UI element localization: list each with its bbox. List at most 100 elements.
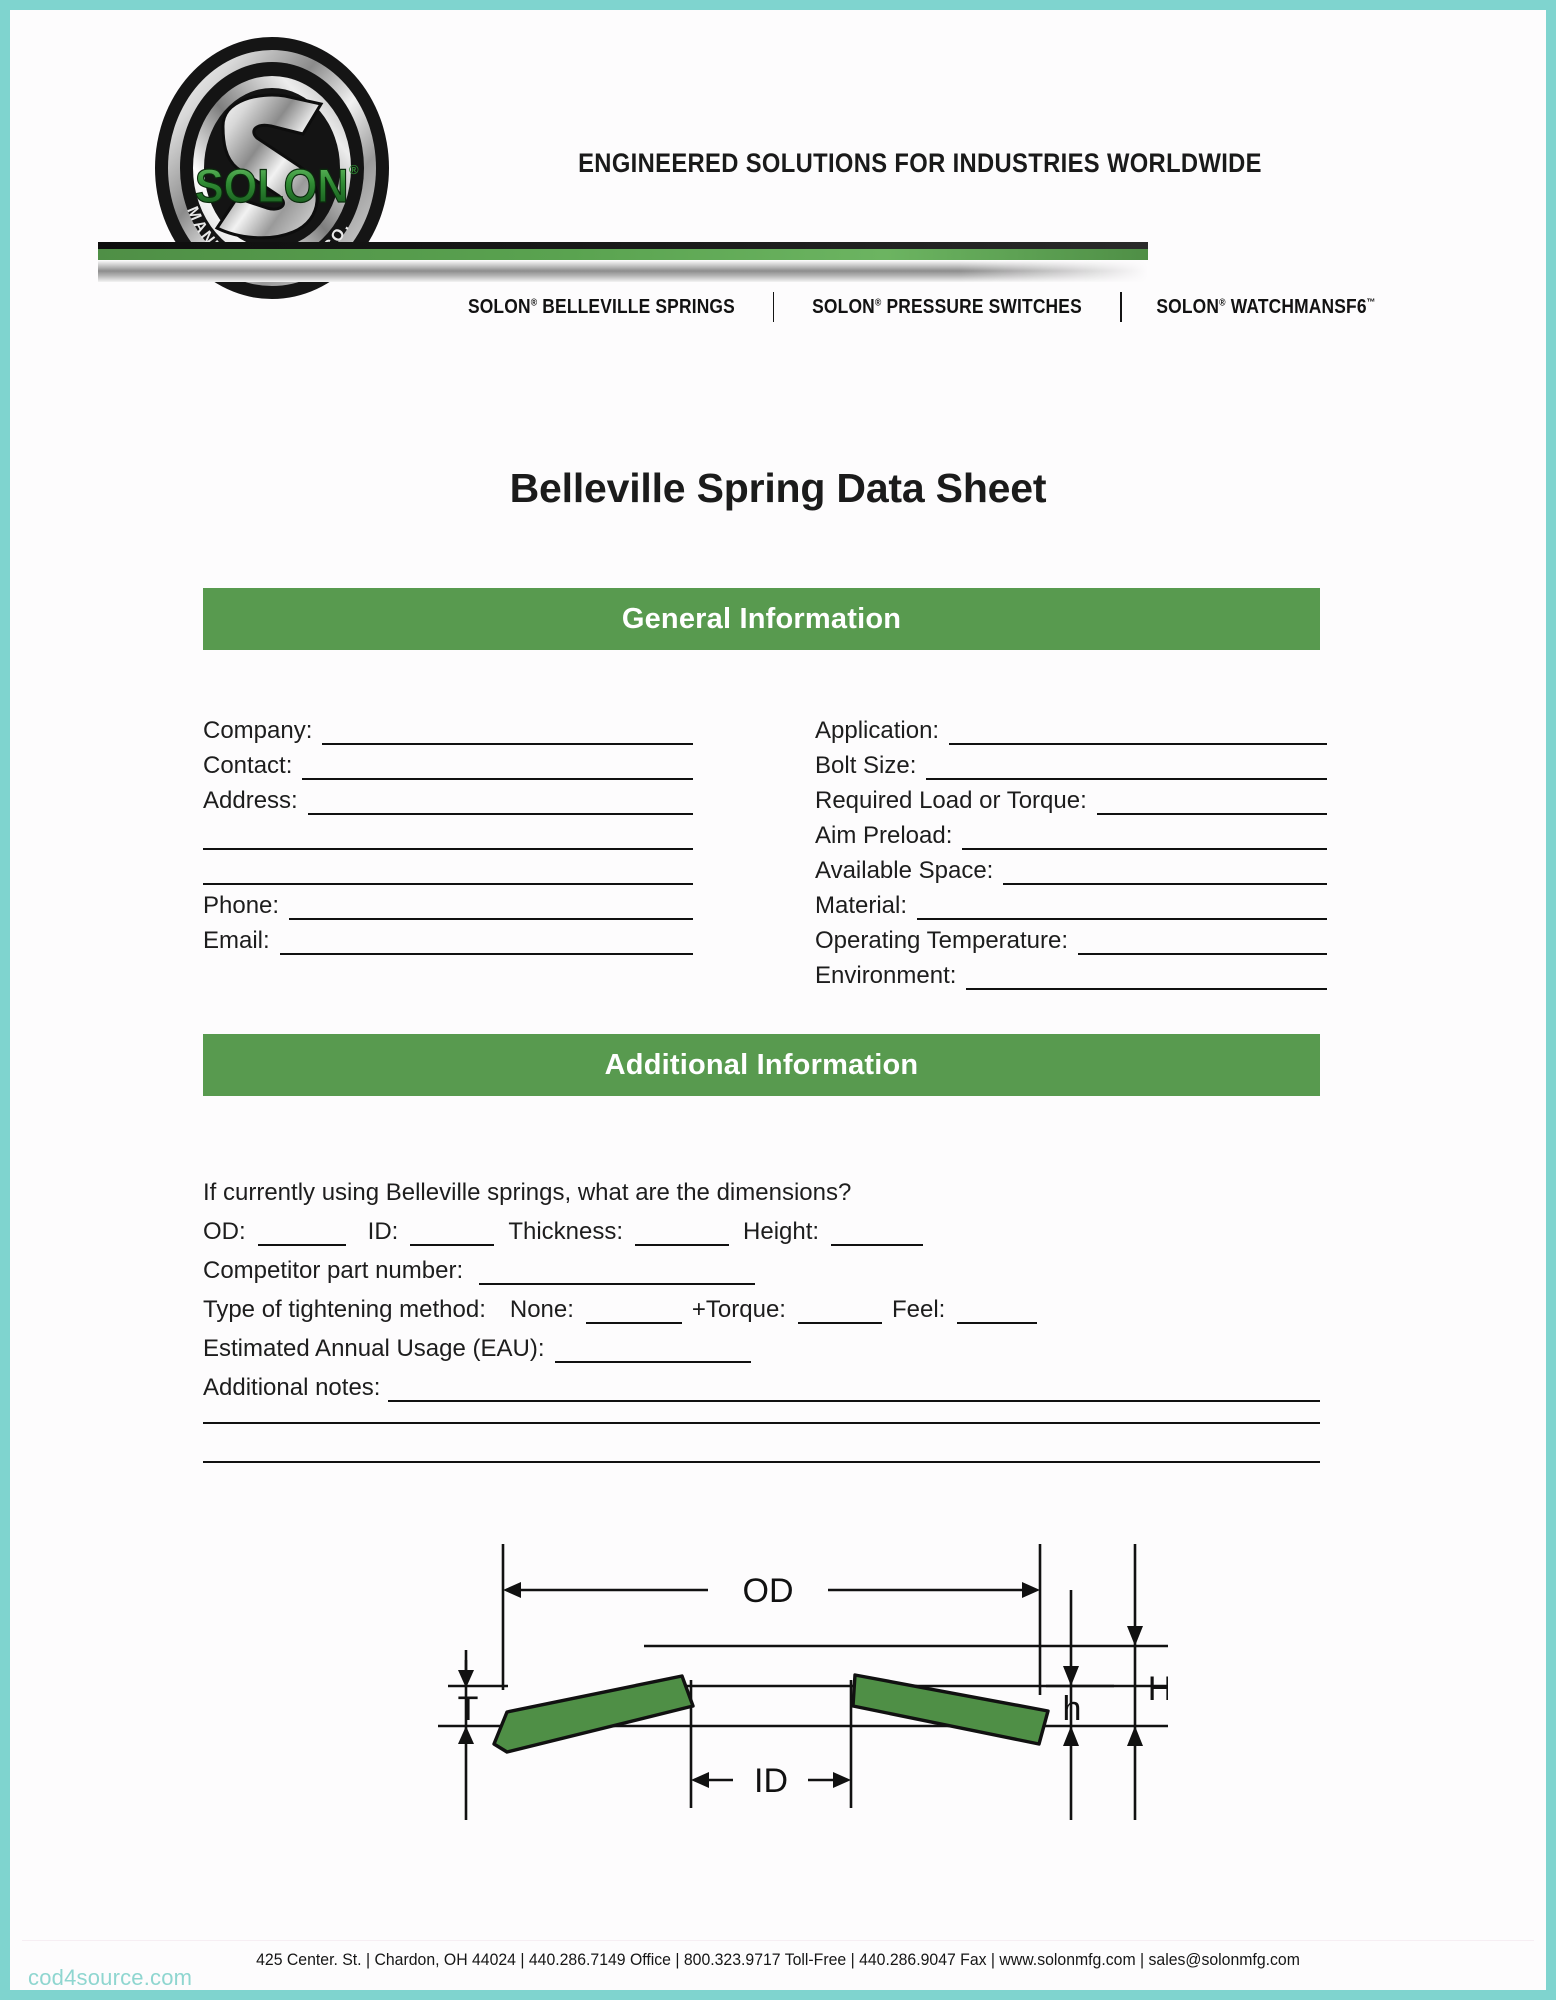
additional-notes-line3[interactable] [203,1441,1320,1480]
t-dimension-label: T [458,1690,479,1728]
product-name: WATCHMANSF6 [1230,295,1367,318]
registered-mark-icon: ® [530,296,538,308]
feel-input[interactable] [957,1299,1038,1324]
field-label: Available Space: [815,857,994,884]
belleville-spring-dimensions-diagram: OD T ID h H [408,1530,1168,1830]
od-input[interactable] [257,1221,346,1246]
product-brand: SOLON [812,295,876,318]
product-brand: SOLON [467,295,531,318]
field-address[interactable]: Address: [203,780,693,815]
additional-notes-line2[interactable] [203,1402,1320,1441]
arrow-right-icon [833,1772,851,1788]
product-line-list: SOLON® BELLEVILLE SPRINGS SOLON® PRESSUR… [430,292,1410,322]
application-input[interactable] [949,719,1327,745]
field-label: Material: [815,892,908,919]
field-material[interactable]: Material: [815,885,1327,920]
torque-label: +Torque: [691,1296,786,1323]
competitor-part-number-input[interactable] [479,1260,756,1285]
field-aim-preload[interactable]: Aim Preload: [815,815,1327,850]
arrow-up-icon [1127,1726,1143,1746]
arrow-left-icon [503,1582,521,1598]
field-address-line3[interactable] [203,850,693,885]
h-cone-dimension-label: h [1063,1690,1082,1728]
product-name: BELLEVILLE SPRINGS [542,295,735,318]
field-operating-temperature[interactable]: Operating Temperature: [815,920,1327,955]
tightening-method-row: Type of tightening method: None: +Torque… [203,1285,1320,1324]
arrow-down-icon [1063,1666,1079,1686]
field-company[interactable]: Company: [203,710,693,745]
competitor-part-number-label: Competitor part number: [203,1257,464,1284]
aim-preload-input[interactable] [962,824,1327,850]
field-label: Company: [203,717,313,744]
field-label: Address: [203,787,298,814]
field-phone[interactable]: Phone: [203,885,693,920]
height-label: Height: [743,1218,820,1245]
field-application[interactable]: Application: [815,710,1327,745]
product-separator [1120,292,1123,322]
arrow-up-icon [1063,1726,1079,1746]
field-contact[interactable]: Contact: [203,745,693,780]
none-label: None: [509,1296,574,1323]
available-space-input[interactable] [1003,859,1327,885]
arrow-right-icon [1022,1582,1040,1598]
general-left-column: Company: Contact: Address: Phone: Email: [203,710,693,955]
document-page: SOLON ® MANUFACTURING CO. ENGINEERED SOL… [10,10,1546,1990]
dimensions-prompt-text: If currently using Belleville springs, w… [203,1179,852,1206]
id-dimension-label: ID [754,1762,788,1800]
svg-text:®: ® [349,162,359,177]
id-input[interactable] [410,1221,495,1246]
eau-label: Estimated Annual Usage (EAU): [203,1335,545,1362]
field-label: Email: [203,927,270,954]
field-available-space[interactable]: Available Space: [815,850,1327,885]
arrow-down-icon [1127,1626,1143,1646]
bolt-size-input[interactable] [926,754,1327,780]
thickness-label: Thickness: [508,1218,624,1245]
header-tagline: ENGINEERED SOLUTIONS FOR INDUSTRIES WORL… [578,148,1262,178]
document-header: SOLON ® MANUFACTURING CO. ENGINEERED SOL… [10,10,1546,322]
address-line2-input[interactable] [203,824,693,850]
field-label: Phone: [203,892,280,919]
field-environment[interactable]: Environment: [815,955,1327,990]
field-bolt-size[interactable]: Bolt Size: [815,745,1327,780]
field-required-load-or-torque[interactable]: Required Load or Torque: [815,780,1327,815]
email-input[interactable] [279,929,693,955]
address-line3-input[interactable] [203,859,693,885]
none-input[interactable] [585,1299,682,1324]
product-watchman-sf6: SOLON® WATCHMANSF6™ [1141,296,1392,319]
eau-row: Estimated Annual Usage (EAU): [203,1324,1320,1363]
dimensions-row: OD: ID: Thickness: Height: [203,1207,1320,1246]
field-email[interactable]: Email: [203,920,693,955]
section-header-general-information: General Information [203,588,1320,650]
field-label: Bolt Size: [815,752,917,779]
section-header-additional-information: Additional Information [203,1034,1320,1096]
height-input[interactable] [831,1221,924,1246]
svg-text:SOLON: SOLON [195,159,349,212]
phone-input[interactable] [289,894,693,920]
arrow-up-icon [458,1726,474,1744]
product-name: PRESSURE SWITCHES [886,295,1083,318]
required-load-or-torque-input[interactable] [1096,789,1327,815]
tightening-method-label: Type of tightening method: [203,1296,486,1323]
eau-input[interactable] [554,1338,751,1363]
thickness-input[interactable] [635,1221,730,1246]
h-total-dimension-label: H [1148,1670,1168,1708]
material-input[interactable] [917,894,1327,920]
contact-input[interactable] [302,754,693,780]
product-separator [772,292,775,322]
product-brand: SOLON [1156,295,1220,318]
product-belleville-springs: SOLON® BELLEVILLE SPRINGS [452,296,750,319]
additional-information-fields: If currently using Belleville springs, w… [203,1168,1320,1480]
operating-temperature-input[interactable] [1078,929,1327,955]
header-bar-black [98,242,1148,249]
address-input[interactable] [307,789,693,815]
field-label: Operating Temperature: [815,927,1069,954]
company-input[interactable] [322,719,693,745]
field-address-line2[interactable] [203,815,693,850]
additional-notes-label: Additional notes: [203,1374,381,1401]
od-dimension-label: OD [743,1572,794,1610]
header-bar-green [98,249,1148,260]
environment-input[interactable] [966,964,1327,990]
feel-label: Feel: [891,1296,946,1323]
torque-input[interactable] [797,1299,882,1324]
additional-notes-input[interactable] [388,1377,1320,1402]
